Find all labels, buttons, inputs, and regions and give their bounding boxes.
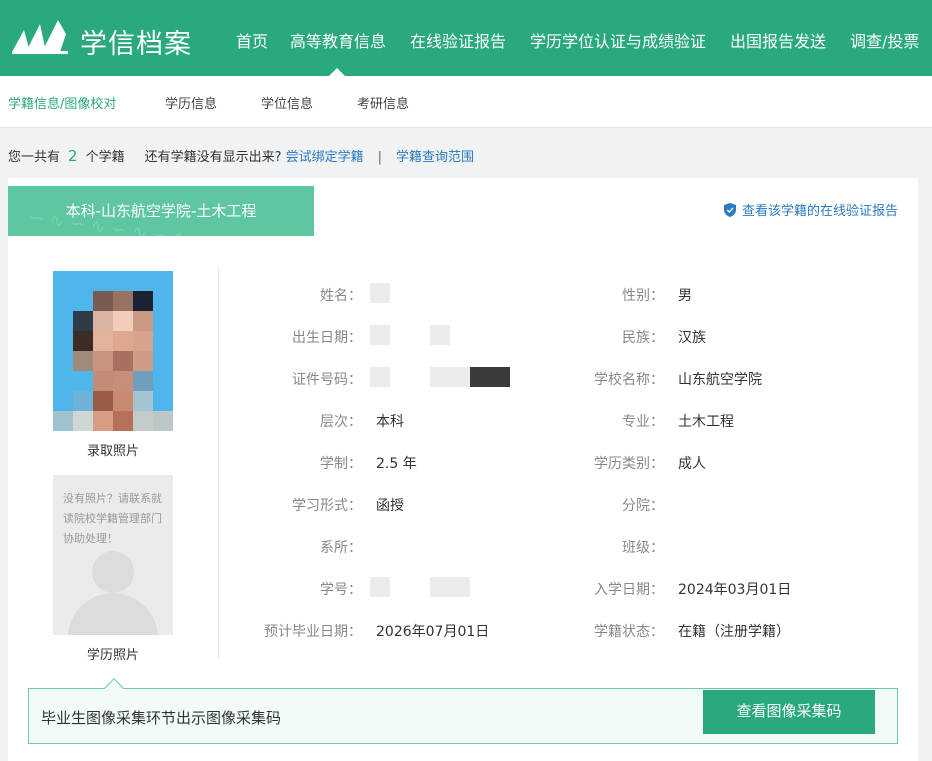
label-birth-date: 出生日期： — [292, 330, 362, 346]
redacted-birth-date — [370, 325, 390, 345]
label-enrollment-date: 入学日期： — [594, 582, 664, 598]
column-divider — [218, 268, 219, 658]
education-photo-label: 学历照片 — [86, 648, 139, 663]
value-enrollment-status: 在籍（注册学籍） — [678, 624, 790, 640]
record-tab[interactable]: ∽ ∿ ∽ ∿ ∽ ∿ ∽ ∿ 本科-山东航空学院-土木工程 — [8, 186, 314, 236]
banner-message: 毕业生图像采集环节出示图像采集码 — [41, 709, 282, 727]
image-collection-banner: 毕业生图像采集环节出示图像采集码 查看图像采集码 — [28, 678, 898, 744]
subnav-education[interactable]: 学历信息 — [165, 93, 217, 112]
verify-report-link[interactable]: 查看该学籍的在线验证报告 — [723, 200, 898, 219]
label-class: 班级： — [622, 540, 664, 556]
label-duration: 学制： — [320, 456, 362, 472]
value-major: 土木工程 — [678, 414, 734, 430]
label-study-mode: 学习形式： — [292, 498, 362, 514]
redacted-student-id-2 — [430, 577, 470, 597]
redacted-id-1 — [370, 367, 390, 387]
nav-survey[interactable]: 调查/投票 — [850, 28, 919, 52]
label-major: 专业： — [622, 414, 664, 430]
avatar-head-icon — [92, 551, 134, 593]
nav-higher-education[interactable]: 高等教育信息 — [290, 28, 386, 52]
admission-photo — [53, 271, 173, 431]
value-gender: 男 — [678, 288, 692, 304]
label-id-number: 证件号码： — [292, 372, 362, 388]
value-level: 本科 — [376, 414, 404, 430]
summary-suffix: 个学籍 — [85, 150, 125, 165]
sub-nav-bar: 学籍信息/图像校对 学历信息 学位信息 考研信息 — [0, 76, 932, 128]
subnav-degree[interactable]: 学位信息 — [261, 93, 313, 112]
label-education-category: 学历类别： — [594, 456, 664, 472]
label-ethnicity: 民族： — [622, 330, 664, 346]
label-expected-graduation: 预计毕业日期： — [264, 624, 362, 640]
banner-pointer — [104, 678, 124, 698]
label-enrollment-status: 学籍状态： — [594, 624, 664, 640]
student-record-card: ∽ ∿ ∽ ∿ ∽ ∿ ∽ ∿ 本科-山东航空学院-土木工程 查看该学籍的在线验… — [8, 178, 918, 761]
value-education-category: 成人 — [678, 456, 706, 472]
subnav-student-status[interactable]: 学籍信息/图像校对 — [8, 93, 116, 112]
active-nav-indicator — [329, 68, 345, 76]
nav-home[interactable]: 首页 — [236, 28, 268, 52]
nav-overseas-report[interactable]: 出国报告发送 — [730, 28, 826, 52]
value-school-name: 山东航空学院 — [678, 372, 762, 388]
value-ethnicity: 汉族 — [678, 330, 706, 346]
value-study-mode: 函授 — [376, 498, 404, 514]
bind-record-link[interactable]: 尝试绑定学籍 — [286, 150, 364, 165]
logo-icon — [12, 20, 68, 54]
value-expected-graduation: 2026年07月01日 — [376, 624, 490, 640]
shield-icon — [723, 203, 736, 217]
education-photo-placeholder: 没有照片？请联系就读院校学籍管理部门协助处理！ — [53, 475, 173, 635]
redacted-id-3 — [470, 367, 510, 387]
label-level: 层次： — [320, 414, 362, 430]
records-summary: 您一共有 2 个学籍 还有学籍没有显示出来? 尝试绑定学籍 | 学籍查询范围 — [8, 146, 474, 165]
summary-question: 还有学籍没有显示出来? — [144, 150, 282, 165]
brand-name[interactable]: 学信档案 — [80, 22, 192, 61]
label-school-name: 学校名称： — [594, 372, 664, 388]
value-enrollment-date: 2024年03月01日 — [678, 582, 792, 598]
nav-online-verification[interactable]: 在线验证报告 — [410, 28, 506, 52]
avatar-body-icon — [68, 593, 158, 635]
summary-separator: | — [377, 150, 383, 165]
record-tab-title: 本科-山东航空学院-土木工程 — [65, 202, 257, 220]
label-gender: 性别： — [622, 288, 664, 304]
subnav-postgrad-exam[interactable]: 考研信息 — [357, 93, 409, 112]
label-student-id: 学号： — [320, 582, 362, 598]
nav-degree-certification[interactable]: 学历学位认证与成绩验证 — [530, 28, 706, 52]
redacted-birth-date-2 — [430, 325, 450, 345]
view-collection-code-button[interactable]: 查看图像采集码 — [703, 690, 875, 734]
label-name: 姓名： — [320, 288, 362, 304]
summary-prefix: 您一共有 — [8, 150, 61, 165]
label-branch: 分院： — [622, 498, 664, 514]
label-department: 系所： — [320, 540, 362, 556]
redacted-name — [370, 283, 390, 303]
value-duration: 2.5 年 — [376, 456, 417, 472]
top-nav-bar: 学信档案 首页 高等教育信息 在线验证报告 学历学位认证与成绩验证 出国报告发送… — [0, 0, 932, 76]
records-count: 2 — [68, 147, 78, 165]
no-photo-message: 没有照片？请联系就读院校学籍管理部门协助处理！ — [63, 492, 162, 545]
verify-report-label: 查看该学籍的在线验证报告 — [741, 204, 898, 219]
admission-photo-label: 录取照片 — [86, 444, 139, 459]
redacted-id-2 — [430, 367, 470, 387]
query-scope-link[interactable]: 学籍查询范围 — [396, 150, 474, 165]
redacted-student-id-1 — [370, 577, 390, 597]
